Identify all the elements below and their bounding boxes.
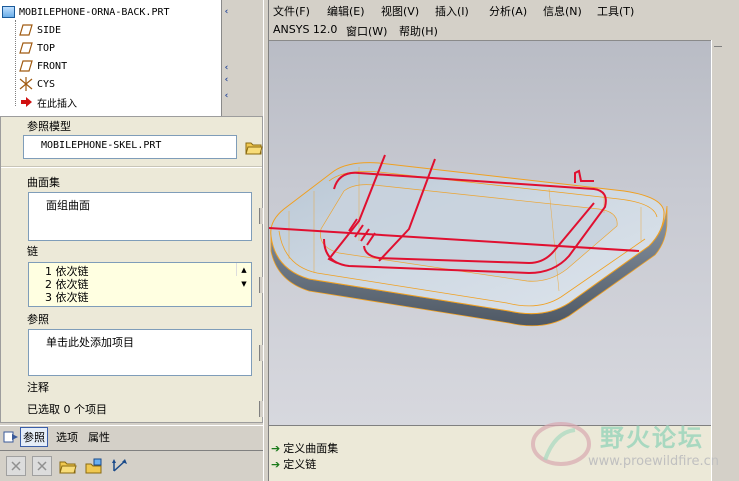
menu-file[interactable]: 文件(F) <box>273 3 310 19</box>
section-divider <box>1 167 262 168</box>
cancel-feature-icon[interactable] <box>32 456 52 476</box>
tab-references[interactable]: 参照 <box>20 426 48 447</box>
tree-item-insert-here[interactable]: 在此插入 <box>18 93 77 111</box>
chain-title: 链 <box>27 245 38 258</box>
message-arrow-icon: ➔ <box>271 441 281 455</box>
tree-scrollbar[interactable]: ‹ ‹ ‹ ‹ <box>222 0 232 116</box>
surface-set-list[interactable]: 面组曲面 <box>28 192 252 241</box>
panel-toggle-icon[interactable] <box>2 429 20 445</box>
tree-item-label: 在此插入 <box>37 98 77 110</box>
message-area: ➔ 定义曲面集 ➔ 定义链 <box>269 425 711 481</box>
collapse-tick-icon: ‹ <box>224 75 229 85</box>
collapse-tick-icon: ‹ <box>224 63 229 73</box>
menu-window[interactable]: 窗口(W) <box>346 23 387 39</box>
menu-insert[interactable]: 插入(I) <box>435 3 469 19</box>
part-icon <box>2 6 15 18</box>
tree-item-label: SIDE <box>37 24 62 36</box>
surface-set-title: 曲面集 <box>27 176 60 189</box>
ref-model-title: 参照模型 <box>27 120 71 133</box>
datum-plane-icon <box>18 23 34 37</box>
tree-root-label: MOBILEPHONE-ORNA-BACK.PRT <box>19 6 170 18</box>
model-tree: MOBILEPHONE-ORNA-BACK.PRT SIDE TOP FRONT… <box>0 0 222 116</box>
model-render[interactable] <box>268 41 711 426</box>
cancel-x-icon[interactable] <box>6 456 26 476</box>
tree-root-item[interactable]: MOBILEPHONE-ORNA-BACK.PRT <box>0 3 170 21</box>
bottom-toolbar <box>0 450 263 481</box>
collapse-tick-icon: ‹ <box>224 91 229 101</box>
insert-here-arrow-icon <box>18 95 34 109</box>
transform-icon[interactable] <box>110 456 130 476</box>
menu-info[interactable]: 信息(N) <box>543 3 582 19</box>
tree-item-label: TOP <box>37 42 56 54</box>
collapse-tick-icon: ‹ <box>224 7 229 17</box>
tree-item-label: FRONT <box>37 60 68 72</box>
message-text: 定义曲面集 <box>283 442 339 455</box>
message-arrow-icon: ➔ <box>271 457 281 471</box>
note-title: 注释 <box>27 381 49 394</box>
menu-analysis[interactable]: 分析(A) <box>489 3 527 19</box>
message-text: 定义链 <box>283 458 317 471</box>
tree-item-top[interactable]: TOP <box>18 39 55 57</box>
ref-model-field[interactable]: MOBILEPHONE-SKEL.PRT <box>23 135 237 159</box>
scroll-down-icon[interactable]: ▼ <box>237 277 251 291</box>
tab-properties[interactable]: 属性 <box>86 428 112 446</box>
tab-options[interactable]: 选项 <box>54 428 80 446</box>
menu-edit[interactable]: 编辑(E) <box>327 3 365 19</box>
chain-list-scrollbar[interactable]: ▲ ▼ <box>236 263 251 288</box>
selected-count: 已选取 0 个项目 <box>27 403 107 416</box>
dashboard-tabs: 参照 选项 属性 <box>0 425 263 447</box>
surface-set-item[interactable]: 面组曲面 <box>46 197 251 213</box>
tree-item-label: CYS <box>37 78 56 90</box>
message-line: ➔ 定义链 <box>271 456 316 472</box>
scroll-up-icon[interactable]: ▲ <box>237 263 251 277</box>
retrieve-model-icon[interactable] <box>84 456 104 476</box>
open-folder-icon[interactable] <box>58 456 78 476</box>
chain-list-item[interactable]: 2 依次链 <box>45 278 251 291</box>
reference-list[interactable]: 单击此处添加项目 <box>28 329 252 376</box>
tree-item-side[interactable]: SIDE <box>18 21 61 39</box>
graphics-viewport[interactable] <box>268 40 711 426</box>
menu-ansys[interactable]: ANSYS 12.0 <box>273 23 337 36</box>
references-panel: 参照模型 MOBILEPHONE-SKEL.PRT 曲面集 面组曲面 链 1 依… <box>0 116 264 423</box>
strip-divider <box>714 46 722 47</box>
datum-plane-icon <box>18 41 34 55</box>
tree-item-front[interactable]: FRONT <box>18 57 67 75</box>
reference-placeholder[interactable]: 单击此处添加项目 <box>46 334 251 350</box>
chain-list-item[interactable]: 1 依次链 <box>45 265 251 278</box>
menu-bar: 文件(F) 编辑(E) 视图(V) 插入(I) 分析(A) 信息(N) 工具(T… <box>269 0 714 40</box>
reference-title: 参照 <box>27 313 49 326</box>
tree-item-cys[interactable]: CYS <box>18 75 55 93</box>
chain-list-item[interactable]: 3 依次链 <box>45 291 251 304</box>
menu-tools[interactable]: 工具(T) <box>597 3 634 19</box>
chain-list[interactable]: 1 依次链 2 依次链 3 依次链 ▲ ▼ <box>28 262 252 307</box>
menu-view[interactable]: 视图(V) <box>381 3 419 19</box>
datum-plane-icon <box>18 59 34 73</box>
tree-connector-line <box>15 20 16 106</box>
menu-help[interactable]: 帮助(H) <box>399 23 438 39</box>
viewport-side-strip <box>711 40 739 481</box>
coordinate-system-icon <box>18 77 34 91</box>
message-line: ➔ 定义曲面集 <box>271 440 338 456</box>
open-folder-icon[interactable] <box>244 137 264 157</box>
